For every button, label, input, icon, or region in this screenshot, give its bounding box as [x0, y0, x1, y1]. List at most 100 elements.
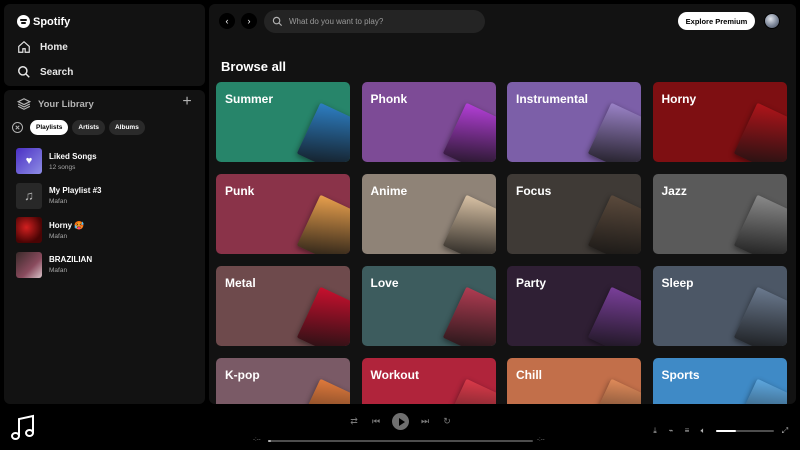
volume-icon[interactable]: 🔈︎ — [698, 426, 708, 436]
category-label: Workout — [370, 368, 419, 382]
category-tile-party[interactable]: Party — [507, 266, 641, 346]
previous-icon[interactable]: ⏮ — [370, 416, 382, 427]
library-title: Your Library — [38, 98, 94, 110]
extra-controls: ⤓ ⌁ ≡ 🔈︎ ⤢ — [650, 426, 790, 436]
category-tile-phonk[interactable]: Phonk — [361, 82, 496, 162]
fullscreen-icon[interactable]: ⤢ — [780, 426, 790, 436]
forward-arrow-icon[interactable]: › — [241, 13, 257, 29]
brand-name: Spotify — [33, 15, 71, 28]
category-tile-jazz[interactable]: Jazz — [652, 174, 787, 254]
user-avatar[interactable] — [764, 13, 780, 29]
category-tile-punk[interactable]: Punk — [216, 174, 350, 254]
category-cover-art — [442, 102, 496, 162]
category-tile-anime[interactable]: Anime — [361, 174, 496, 254]
library-item-my-playlist-3[interactable]: ♫ My Playlist #3 Mafan — [16, 182, 201, 209]
search-input[interactable] — [289, 17, 469, 26]
spotify-logo[interactable]: Spotify — [17, 15, 70, 28]
category-label: Sports — [661, 368, 700, 382]
category-label: Love — [370, 276, 399, 290]
category-cover-art — [587, 194, 641, 254]
playlist-cover-image — [16, 251, 42, 278]
progress-bar[interactable] — [268, 440, 533, 442]
nav-search[interactable]: Search — [17, 65, 73, 79]
category-label: Phonk — [370, 92, 408, 106]
filter-chip-albums[interactable]: Albums — [108, 120, 145, 135]
connect-device-icon[interactable]: ⌁ — [666, 426, 676, 436]
library-filters: Playlists Artists Albums — [12, 120, 145, 135]
playlist-cover-image — [16, 217, 42, 243]
category-cover-art — [296, 286, 350, 346]
volume-fill — [716, 430, 737, 432]
category-label: Jazz — [661, 184, 687, 198]
category-cover-art — [442, 378, 496, 404]
category-cover-art — [733, 102, 787, 162]
category-cover-art — [587, 102, 641, 162]
library-item-subtitle: Mafan — [49, 267, 68, 274]
nav-home[interactable]: Home — [17, 40, 68, 54]
category-tile-love[interactable]: Love — [361, 266, 496, 346]
create-playlist-plus-icon[interactable]: + — [180, 94, 194, 110]
page-title: Browse all — [221, 59, 287, 74]
category-label: Instrumental — [516, 92, 589, 106]
queue-icon[interactable]: ≡ — [682, 426, 692, 436]
library-item-title: Horny 🥵 — [49, 220, 85, 230]
library-item-title: BRAZILIAN — [49, 255, 93, 264]
search-bar[interactable] — [264, 10, 485, 33]
category-tile-sports[interactable]: Sports — [652, 358, 787, 404]
category-tile-summer[interactable]: Summer — [216, 82, 350, 162]
clear-filter-icon[interactable] — [12, 122, 23, 133]
category-cover-art — [296, 102, 350, 162]
home-icon — [18, 40, 30, 53]
category-cover-art — [733, 286, 787, 346]
library-item-brazilian[interactable]: BRAZILIAN Mafan — [16, 251, 201, 278]
category-tile-focus[interactable]: Focus — [507, 174, 641, 254]
search-icon — [272, 16, 283, 27]
repeat-icon[interactable]: ↻ — [441, 416, 453, 427]
library-header[interactable]: Your Library — [17, 97, 94, 111]
category-tile-sleep[interactable]: Sleep — [652, 266, 787, 346]
category-label: Focus — [516, 184, 552, 198]
library-item-liked-songs[interactable]: ♥ Liked Songs 12 songs — [16, 148, 201, 174]
category-label: Horny — [661, 92, 697, 106]
install-app-icon[interactable]: ⤓ — [650, 426, 660, 436]
play-button[interactable] — [392, 413, 409, 430]
time-elapsed: -:-- — [253, 437, 261, 443]
category-tile-metal[interactable]: Metal — [216, 266, 350, 346]
category-cover-art — [733, 378, 787, 404]
library-list: ♥ Liked Songs 12 songs ♫ My Playlist #3 … — [16, 148, 201, 286]
nav-home-label: Home — [40, 41, 68, 53]
library-item-subtitle: 12 songs — [49, 163, 76, 171]
category-cover-art — [442, 194, 496, 254]
library-item-subtitle: Mafan — [49, 198, 68, 205]
top-bar: ‹ › Explore Premium — [209, 4, 796, 40]
category-label: K-pop — [225, 368, 260, 382]
category-tile-horny[interactable]: Horny — [652, 82, 787, 162]
library-panel: Your Library + Playlists Artists Albums … — [4, 90, 205, 404]
library-item-horny[interactable]: Horny 🥵 Mafan — [16, 217, 201, 243]
nav-search-label: Search — [40, 66, 74, 78]
shuffle-icon[interactable]: ⇄ — [348, 416, 360, 427]
playback-controls: ⇄ ⏮ ⏭ ↻ — [348, 413, 453, 430]
category-cover-art — [733, 194, 787, 254]
next-icon[interactable]: ⏭ — [419, 416, 431, 427]
search-icon — [18, 66, 30, 78]
volume-slider[interactable] — [716, 430, 774, 432]
category-tile-instrumental[interactable]: Instrumental — [507, 82, 641, 162]
explore-premium-button[interactable]: Explore Premium — [678, 12, 755, 30]
category-label: Summer — [225, 92, 274, 106]
player-bar: ⇄ ⏮ ⏭ ↻ -:-- -:-- ⤓ ⌁ ≡ 🔈︎ ⤢ — [0, 404, 800, 450]
filter-chip-playlists[interactable]: Playlists — [30, 120, 69, 135]
liked-songs-cover: ♥ — [16, 148, 42, 174]
library-icon — [17, 98, 31, 110]
filter-chip-artists[interactable]: Artists — [72, 120, 105, 135]
back-arrow-icon[interactable]: ‹ — [219, 13, 235, 29]
category-tile-chill[interactable]: Chill — [507, 358, 641, 404]
category-label: Chill — [516, 368, 542, 382]
category-label: Sleep — [661, 276, 694, 290]
category-tile-workout[interactable]: Workout — [361, 358, 496, 404]
category-tile-k-pop[interactable]: K-pop — [216, 358, 350, 404]
category-cover-art — [587, 378, 641, 404]
music-note-icon — [11, 414, 34, 440]
library-item-title: Liked Songs — [49, 151, 97, 161]
category-label: Metal — [225, 276, 256, 290]
